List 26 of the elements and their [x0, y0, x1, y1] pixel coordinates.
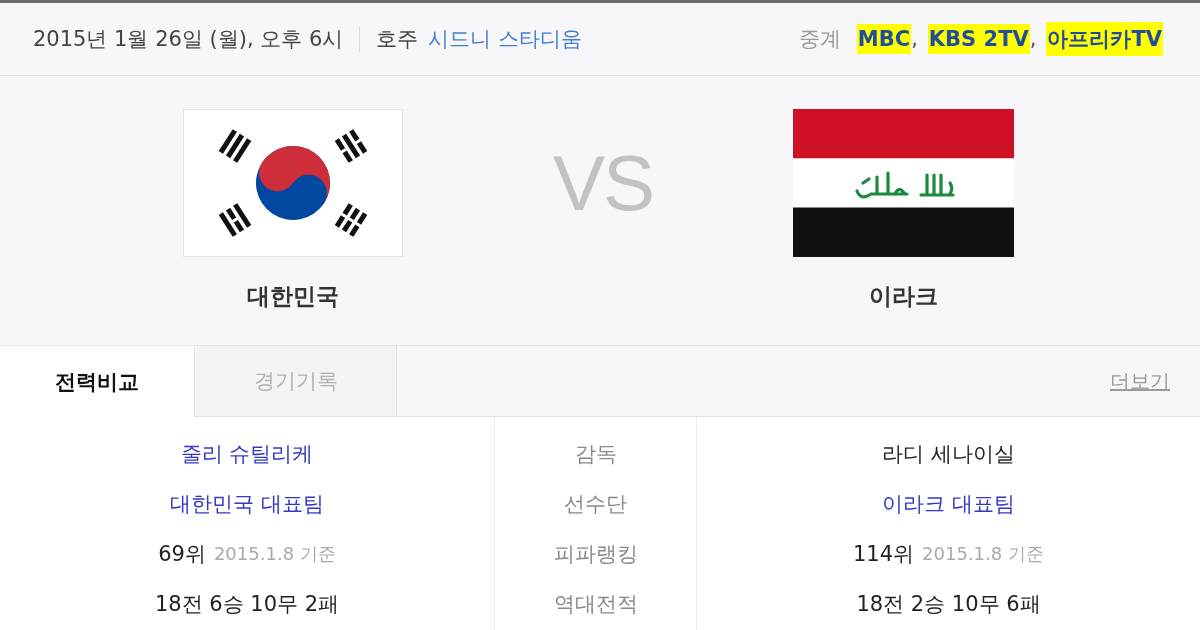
broadcaster-link[interactable]: 아프리카TV: [1046, 22, 1163, 56]
table-link[interactable]: 줄리 슈틸리케: [180, 440, 314, 468]
table-cell-text: 18전 6승 10무 2패: [154, 591, 340, 618]
broadcaster-link[interactable]: KBS 2TV: [927, 24, 1030, 54]
table-link[interactable]: 대한민국 대표팀: [170, 490, 324, 518]
table-cell-text: 18전 2승 10무 6패: [856, 591, 1041, 618]
table-cell-text: 라디 세나이실: [882, 441, 1015, 468]
date-note: 2015.1.8 기준: [213, 542, 336, 566]
table-cell-text: 114위: [853, 541, 915, 568]
row-label: 선수단: [564, 491, 627, 518]
venue-country: 호주: [376, 26, 419, 53]
team-name: 이라크: [869, 282, 938, 311]
broadcaster-link[interactable]: MBC: [856, 24, 912, 54]
row-label: 감독: [574, 441, 617, 468]
table-cell-text: 69위: [158, 541, 206, 568]
broadcast-label: 중계: [798, 26, 841, 53]
venue-link[interactable]: 시드니 스타디움: [428, 25, 582, 53]
tab[interactable]: 전력비교: [0, 346, 195, 417]
match-datetime: 2015년 1월 26일 (월), 오후 6시: [33, 26, 344, 53]
list-separator: ,: [1029, 27, 1037, 51]
team-name: 대한민국: [246, 282, 339, 311]
row-label: 역대전적: [553, 591, 638, 618]
date-note: 2015.1.8 기준: [922, 542, 1044, 566]
table-link[interactable]: 이라크 대표팀: [882, 490, 1015, 518]
list-separator: ,: [911, 27, 918, 51]
row-label: 피파랭킹: [553, 541, 638, 568]
